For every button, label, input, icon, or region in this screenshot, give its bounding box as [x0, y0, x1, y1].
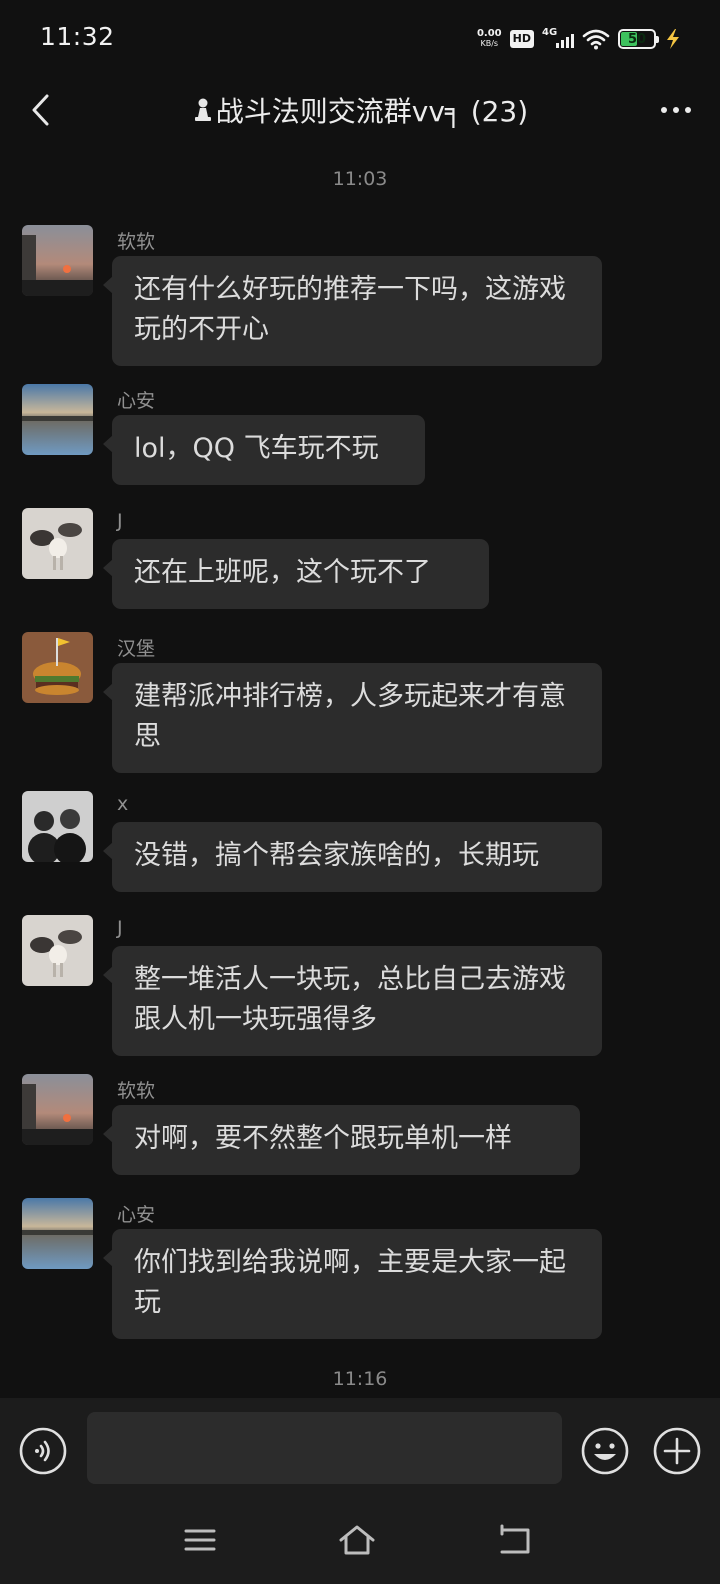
message-bubble[interactable]: 你们找到给我说啊，主要是大家一起玩: [103, 1229, 602, 1339]
menu-icon[interactable]: [180, 1522, 220, 1558]
chat-timestamp: 11:16: [332, 1368, 388, 1390]
sender-name: 软软: [117, 1080, 156, 1102]
sender-name: J: [117, 510, 123, 532]
bolt-icon: [667, 29, 679, 49]
network-speed: 0.00 KB/s: [477, 29, 502, 49]
battery-icon: 50: [618, 29, 659, 49]
sender-name: 心安: [117, 390, 156, 412]
message-bubble[interactable]: 没错，搞个帮会家族啥的，长期玩: [103, 822, 602, 892]
sheep-avatar[interactable]: [22, 508, 93, 579]
message-list[interactable]: 11:03 软软 还有什么好玩的推荐一下吗，这游戏玩的不开心 心安 lol，QQ…: [0, 144, 720, 1398]
chat-header: 战斗法则交流群vv╕ (23): [0, 78, 720, 144]
message-bubble[interactable]: 还在上班呢，这个玩不了: [103, 539, 489, 609]
sender-name: J: [117, 917, 123, 939]
sheep-avatar[interactable]: [22, 915, 93, 986]
battery-level: 50: [627, 31, 647, 47]
back-chevron-icon: [32, 94, 49, 126]
message-bubble[interactable]: 对啊，要不然整个跟玩单机一样: [103, 1105, 580, 1175]
sender-name: 汉堡: [117, 638, 156, 660]
more-dots-icon: [661, 107, 691, 113]
hd-badge: HD: [509, 30, 534, 48]
more-options-button[interactable]: [654, 92, 698, 128]
sunset-avatar[interactable]: [22, 1074, 93, 1145]
wifi-icon: [582, 29, 610, 50]
page-title: 战斗法则交流群vv╕ (23): [215, 95, 529, 128]
sender-name: 软软: [117, 231, 156, 253]
network-speed-unit: KB/s: [480, 39, 499, 48]
sender-name: x: [117, 793, 129, 815]
message-bubble[interactable]: lol，QQ 飞车玩不玩: [103, 415, 425, 485]
chess-pawn-icon: [194, 98, 211, 121]
cellular-signal-icon: 4G: [542, 27, 574, 50]
burger-avatar[interactable]: [22, 632, 93, 703]
system-nav-bar: [0, 1502, 720, 1584]
plus-circle-icon[interactable]: [652, 1426, 702, 1476]
network-type: 4G: [542, 27, 558, 38]
voice-input-icon[interactable]: [18, 1426, 68, 1476]
couple-photo-avatar[interactable]: [22, 791, 93, 862]
lake-avatar[interactable]: [22, 384, 93, 455]
status-icons: 0.00 KB/s HD 4G 50: [477, 26, 682, 52]
emoji-icon[interactable]: [580, 1426, 630, 1476]
home-icon[interactable]: [337, 1522, 377, 1558]
sender-name: 心安: [117, 1204, 156, 1226]
message-input[interactable]: [87, 1412, 562, 1484]
sunset-avatar[interactable]: [22, 225, 93, 296]
input-bar: [0, 1398, 720, 1502]
message-bubble[interactable]: 整一堆活人一块玩，总比自己去游戏跟人机一块玩强得多: [103, 946, 602, 1056]
back-nav-icon[interactable]: [496, 1522, 536, 1558]
message-bubble[interactable]: 建帮派冲排行榜，人多玩起来才有意思: [103, 663, 602, 773]
chat-screen: 11:32 0.00 KB/s HD 4G 50 战斗法则交流群vv╕ (23)…: [0, 0, 720, 1584]
status-bar: 11:32 0.00 KB/s HD 4G 50: [0, 0, 720, 78]
group-title: 战斗法则交流群vv╕ (23): [90, 92, 630, 128]
network-speed-value: 0.00: [476, 28, 502, 39]
message-bubble[interactable]: 还有什么好玩的推荐一下吗，这游戏玩的不开心: [103, 256, 602, 366]
chat-timestamp: 11:03: [332, 168, 388, 190]
back-button[interactable]: [20, 88, 60, 132]
status-time: 11:32: [40, 22, 115, 51]
lake-avatar[interactable]: [22, 1198, 93, 1269]
